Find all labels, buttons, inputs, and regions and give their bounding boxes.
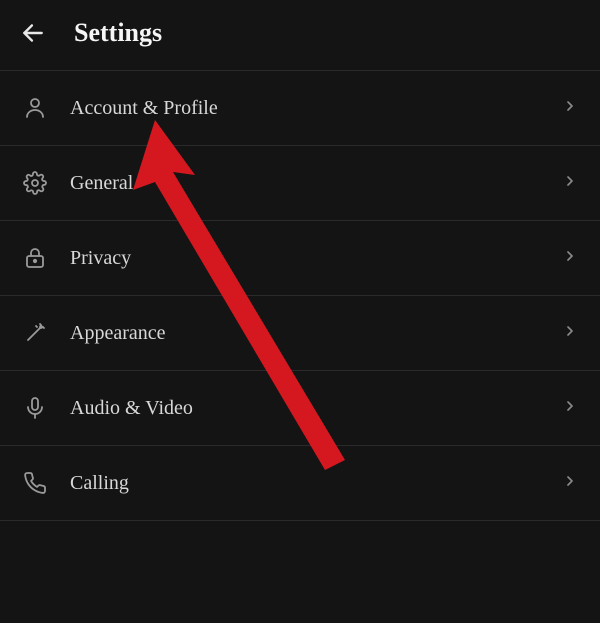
settings-item-label: Account & Profile xyxy=(70,97,540,120)
wand-icon xyxy=(22,320,48,346)
chevron-right-icon xyxy=(562,473,578,494)
person-icon xyxy=(22,95,48,121)
page-title: Settings xyxy=(74,18,162,48)
settings-item-label: Calling xyxy=(70,472,540,495)
settings-item-audio-video[interactable]: Audio & Video xyxy=(0,371,600,446)
settings-item-appearance[interactable]: Appearance xyxy=(0,296,600,371)
settings-item-calling[interactable]: Calling xyxy=(0,446,600,521)
chevron-right-icon xyxy=(562,173,578,194)
phone-icon xyxy=(22,470,48,496)
chevron-right-icon xyxy=(562,323,578,344)
settings-item-label: Appearance xyxy=(70,322,540,345)
settings-item-general[interactable]: General xyxy=(0,146,600,221)
settings-item-label: General xyxy=(70,172,540,195)
settings-list: Account & Profile General Privacy xyxy=(0,70,600,521)
header: Settings xyxy=(0,0,600,70)
gear-icon xyxy=(22,170,48,196)
arrow-left-icon xyxy=(20,20,46,46)
lock-icon xyxy=(22,245,48,271)
back-button[interactable] xyxy=(20,20,46,46)
microphone-icon xyxy=(22,395,48,421)
chevron-right-icon xyxy=(562,248,578,269)
chevron-right-icon xyxy=(562,98,578,119)
settings-item-label: Privacy xyxy=(70,247,540,270)
settings-item-label: Audio & Video xyxy=(70,397,540,420)
chevron-right-icon xyxy=(562,398,578,419)
settings-item-privacy[interactable]: Privacy xyxy=(0,221,600,296)
settings-item-account-profile[interactable]: Account & Profile xyxy=(0,71,600,146)
